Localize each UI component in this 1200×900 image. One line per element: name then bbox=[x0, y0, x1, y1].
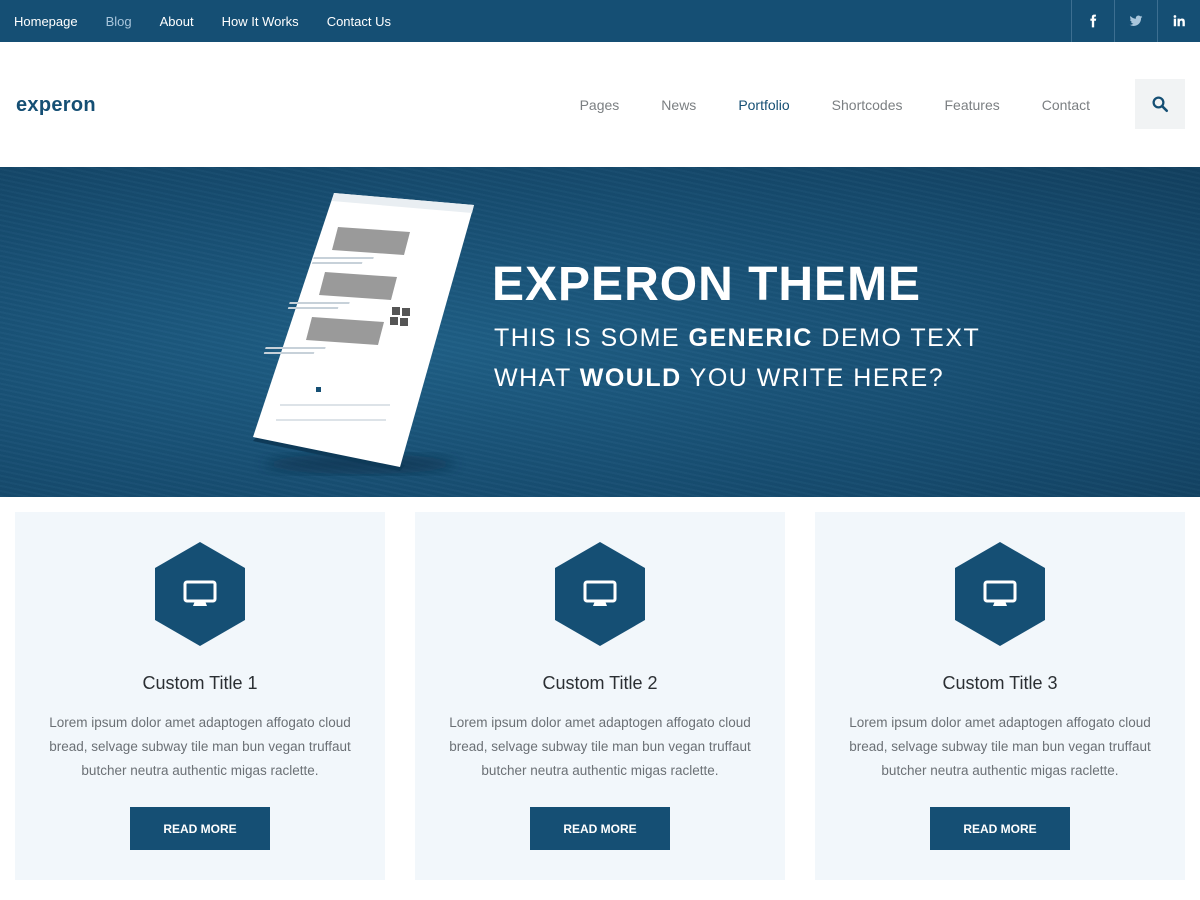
linkedin-icon[interactable] bbox=[1157, 0, 1200, 42]
site-logo[interactable]: experon bbox=[16, 94, 96, 117]
nav-portfolio[interactable]: Portfolio bbox=[738, 97, 789, 113]
feature-title: Custom Title 1 bbox=[142, 673, 258, 693]
top-nav-homepage[interactable]: Homepage bbox=[14, 14, 78, 29]
hero-line-1-bold: GENERIC bbox=[688, 324, 813, 352]
nav-news[interactable]: News bbox=[661, 97, 696, 113]
hero-subtitle-line-1: THIS IS SOME GENERIC DEMO TEXT bbox=[494, 324, 980, 353]
hero-line-2-text: WHAT bbox=[494, 364, 580, 392]
tablet-mockup-image bbox=[253, 193, 474, 474]
hero-subtitle-line-2: WHAT WOULD YOU WRITE HERE? bbox=[494, 364, 944, 393]
read-more-button[interactable]: READ MORE bbox=[930, 807, 1070, 850]
hero-banner: EXPERON THEME THIS IS SOME GENERIC DEMO … bbox=[0, 167, 1200, 497]
top-nav-blog[interactable]: Blog bbox=[106, 14, 132, 29]
hero-title: EXPERON THEME bbox=[492, 258, 922, 311]
social-links bbox=[1071, 0, 1200, 42]
read-more-button[interactable]: READ MORE bbox=[130, 807, 270, 850]
desktop-icon bbox=[555, 542, 645, 646]
feature-card: Custom Title 2 Lorem ipsum dolor amet ad… bbox=[415, 512, 785, 880]
feature-card: Custom Title 1 Lorem ipsum dolor amet ad… bbox=[15, 512, 385, 880]
top-bar: Homepage Blog About How It Works Contact… bbox=[0, 0, 1200, 42]
nav-contact[interactable]: Contact bbox=[1042, 97, 1090, 113]
desktop-icon bbox=[155, 542, 245, 646]
hero-line-2-text-end: YOU WRITE HERE? bbox=[681, 364, 945, 392]
twitter-icon[interactable] bbox=[1114, 0, 1157, 42]
nav-shortcodes[interactable]: Shortcodes bbox=[832, 97, 903, 113]
top-nav-how-it-works[interactable]: How It Works bbox=[222, 14, 299, 29]
main-header: experon Pages News Portfolio Shortcodes … bbox=[0, 42, 1200, 167]
search-button[interactable] bbox=[1135, 79, 1185, 129]
feature-text: Lorem ipsum dolor amet adaptogen affogat… bbox=[449, 715, 751, 778]
feature-card: Custom Title 3 Lorem ipsum dolor amet ad… bbox=[815, 512, 1185, 880]
top-nav-about[interactable]: About bbox=[160, 14, 194, 29]
feature-title: Custom Title 2 bbox=[542, 673, 658, 693]
feature-text: Lorem ipsum dolor amet adaptogen affogat… bbox=[849, 715, 1151, 778]
read-more-button[interactable]: READ MORE bbox=[530, 807, 670, 850]
main-nav: Pages News Portfolio Shortcodes Features… bbox=[538, 42, 1090, 167]
feature-text: Lorem ipsum dolor amet adaptogen affogat… bbox=[49, 715, 351, 778]
facebook-icon[interactable] bbox=[1071, 0, 1114, 42]
nav-pages[interactable]: Pages bbox=[580, 97, 620, 113]
top-nav-contact-us[interactable]: Contact Us bbox=[327, 14, 391, 29]
hero-line-2-bold: WOULD bbox=[579, 364, 682, 392]
hero-line-1-text-end: DEMO TEXT bbox=[812, 324, 981, 352]
hero-line-1-text: THIS IS SOME bbox=[494, 324, 689, 352]
nav-features[interactable]: Features bbox=[945, 97, 1000, 113]
desktop-icon bbox=[955, 542, 1045, 646]
top-nav: Homepage Blog About How It Works Contact… bbox=[14, 0, 419, 42]
feature-title: Custom Title 3 bbox=[942, 673, 1058, 693]
search-icon bbox=[1152, 96, 1169, 113]
